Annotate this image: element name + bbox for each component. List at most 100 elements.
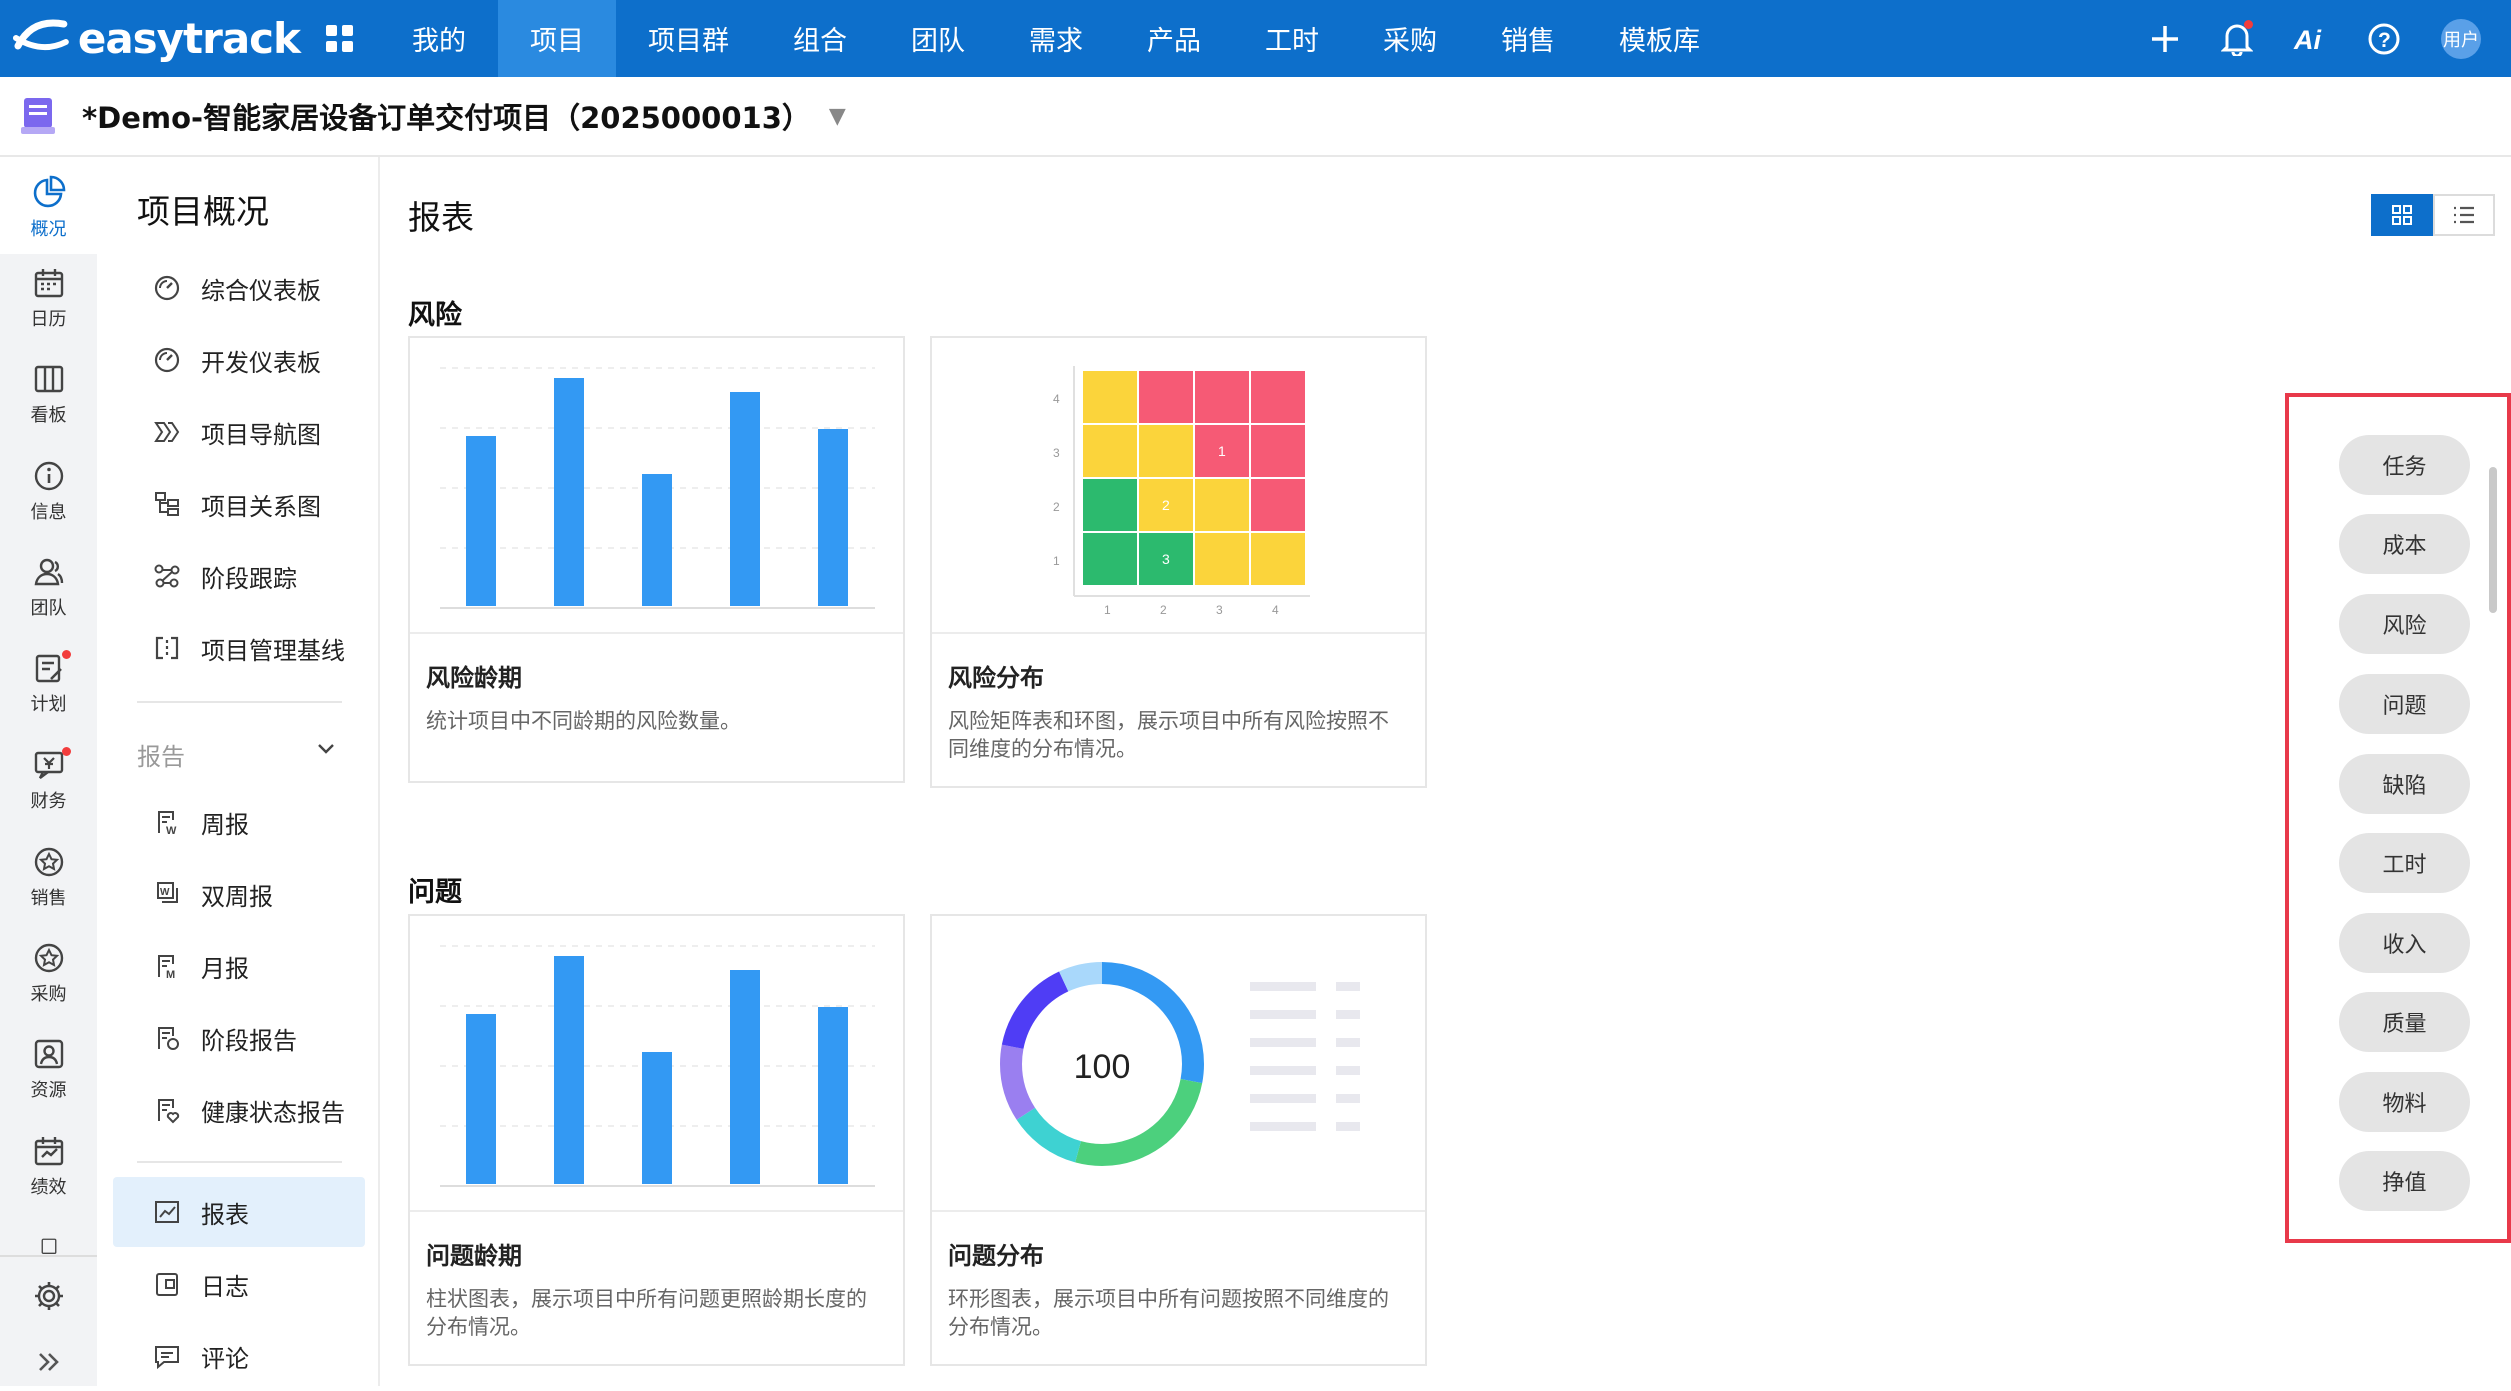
sidebar-item-label: 健康状态报告 (201, 1098, 345, 1127)
list-view-button[interactable] (2433, 194, 2495, 236)
rail-resources[interactable]: 资源 (0, 1038, 97, 1102)
user-avatar[interactable]: 用户 (2441, 18, 2481, 59)
rail-settings[interactable] (0, 1279, 97, 1313)
section-title-issue: 问题 (408, 877, 462, 908)
report-group-toggle[interactable]: 报告 (137, 737, 337, 772)
rail-team[interactable]: 团队 (0, 556, 97, 620)
sidebar-item-label: 项目导航图 (201, 420, 321, 449)
sidebar-item-label: 周报 (201, 810, 249, 839)
scrollbar-thumb[interactable] (2489, 467, 2497, 613)
page-title: 报表 (408, 198, 474, 237)
chart-report-icon (153, 1198, 181, 1226)
nav-programs[interactable]: 项目群 (616, 0, 761, 77)
sidebar-item-baseline[interactable]: 项目管理基线 (113, 613, 365, 683)
baseline-icon (153, 634, 181, 662)
filter-defect[interactable]: 缺陷 (2339, 754, 2470, 814)
rail-plan[interactable]: 计划 (0, 650, 97, 716)
filter-quality[interactable]: 质量 (2339, 992, 2470, 1052)
health-report-icon (153, 1096, 181, 1124)
sidebar-item-biweekly-report[interactable]: W 双周报 (113, 859, 365, 929)
apps-grid-icon[interactable] (300, 24, 380, 54)
topbar-actions: Ai ? 用户 (2149, 0, 2481, 77)
nav-procurement[interactable]: 采购 (1351, 0, 1469, 77)
rail-label: 绩效 (30, 1177, 67, 1198)
sidebar-item-dev-dashboard[interactable]: 开发仪表板 (113, 325, 365, 395)
report-card-risk-age[interactable]: 风险龄期 统计项目中不同龄期的风险数量。 (408, 336, 905, 783)
monthly-report-icon: M (153, 952, 181, 980)
rail-sales[interactable]: 销售 (0, 846, 97, 910)
grid-view-button[interactable] (2371, 194, 2433, 236)
matrix-y-label-4: 4 (1053, 392, 1060, 406)
filter-earned-value[interactable]: 挣值 (2339, 1151, 2470, 1211)
rail-label: 信息 (30, 502, 67, 523)
view-mode-toggle (2371, 194, 2495, 236)
svg-text:W: W (166, 825, 177, 836)
brand-logo[interactable]: easytrack (0, 0, 301, 77)
help-icon[interactable]: ? (2367, 22, 2401, 56)
sidebar-item-weekly-report[interactable]: W 周报 (113, 787, 365, 857)
add-icon[interactable] (2149, 23, 2181, 55)
weekly-report-icon: W (153, 808, 181, 836)
sidebar-item-phase-tracking[interactable]: 阶段跟踪 (113, 541, 365, 611)
grid-icon (2392, 205, 2412, 225)
rail-more-item[interactable] (0, 1237, 97, 1255)
report-card-issue-distribution[interactable]: 100 问题分布 环形图表，展示项目中所有问题按照不同维度的分布情况。 (930, 914, 1427, 1366)
report-card-issue-age[interactable]: 问题龄期 柱状图表，展示项目中所有问题更照龄期长度的分布情况。 (408, 914, 905, 1366)
report-card-risk-distribution[interactable]: 4 3 2 1 1 2 3 4 1 2 3 风险分布 风险矩阵表和环图，展示项目… (930, 336, 1427, 788)
ai-icon[interactable]: Ai (2293, 24, 2327, 54)
rail-overview[interactable]: 概况 (0, 157, 97, 254)
filter-task[interactable]: 任务 (2339, 435, 2470, 495)
card-title: 风险龄期 (426, 664, 522, 692)
nav-templates[interactable]: 模板库 (1587, 0, 1732, 77)
nav-products[interactable]: 产品 (1115, 0, 1233, 77)
rail-performance[interactable]: 绩效 (0, 1135, 97, 1199)
sidebar-divider (137, 1161, 342, 1163)
overview-sidebar: 项目概况 综合仪表板 开发仪表板 项目导航图 项目关系图 阶段跟踪 项目管理基线… (97, 157, 380, 1386)
project-header: *Demo-智能家居设备订单交付项目（2025000013） ▼ (0, 77, 2511, 157)
nav-portfolio[interactable]: 组合 (761, 0, 879, 77)
sidebar-item-navigation-map[interactable]: 项目导航图 (113, 397, 365, 467)
sidebar-item-log[interactable]: 日志 (113, 1249, 365, 1319)
module-rail: 概况 日历 看板 信息 团队 计划 财务 销售 采购 资源 绩效 (0, 157, 97, 1386)
filter-risk[interactable]: 风险 (2339, 594, 2470, 654)
sidebar-title: 项目概况 (137, 192, 269, 231)
rail-finance[interactable]: 财务 (0, 747, 97, 813)
donut-chart-thumbnail: 100 (932, 916, 1425, 1212)
sidebar-item-dashboard[interactable]: 综合仪表板 (113, 253, 365, 323)
sidebar-item-relationship-map[interactable]: 项目关系图 (113, 469, 365, 539)
filter-cost[interactable]: 成本 (2339, 514, 2470, 574)
section-title-risk: 风险 (408, 300, 462, 331)
rail-calendar[interactable]: 日历 (0, 267, 97, 331)
sidebar-item-monthly-report[interactable]: M 月报 (113, 931, 365, 1001)
svg-text:?: ? (2378, 29, 2391, 52)
rail-kanban[interactable]: 看板 (0, 363, 97, 427)
sidebar-item-label: 日志 (201, 1272, 249, 1301)
sidebar-item-label: 阶段报告 (201, 1026, 297, 1055)
sidebar-item-reports[interactable]: 报表 (113, 1177, 365, 1247)
svg-text:M: M (166, 969, 175, 980)
nav-team[interactable]: 团队 (879, 0, 997, 77)
log-icon (153, 1270, 181, 1298)
risk-matrix-thumbnail: 4 3 2 1 1 2 3 4 1 2 3 (932, 338, 1425, 634)
sidebar-item-phase-report[interactable]: 阶段报告 (113, 1003, 365, 1073)
rail-label: 财务 (30, 791, 67, 812)
nav-timesheet[interactable]: 工时 (1233, 0, 1351, 77)
project-switch-dropdown-icon[interactable]: ▼ (829, 104, 846, 129)
top-navigation-bar: easytrack 我的 项目 项目群 组合 团队 需求 产品 工时 采购 销售… (0, 0, 2511, 77)
sidebar-item-health-report[interactable]: 健康状态报告 (113, 1075, 365, 1145)
rail-label: 销售 (30, 888, 67, 909)
rail-info[interactable]: 信息 (0, 460, 97, 524)
rail-procurement[interactable]: 采购 (0, 942, 97, 1006)
nav-projects[interactable]: 项目 (498, 0, 616, 77)
nav-mine[interactable]: 我的 (380, 0, 498, 77)
filter-issue[interactable]: 问题 (2339, 674, 2470, 734)
sidebar-item-comments[interactable]: 评论 (113, 1321, 365, 1391)
filter-income[interactable]: 收入 (2339, 913, 2470, 973)
filter-materials[interactable]: 物料 (2339, 1072, 2470, 1132)
filter-timesheet[interactable]: 工时 (2339, 833, 2470, 893)
rail-expand[interactable] (0, 1347, 97, 1377)
notifications[interactable] (2221, 19, 2253, 56)
nav-sales[interactable]: 销售 (1469, 0, 1587, 77)
project-icon (21, 98, 55, 134)
nav-requirements[interactable]: 需求 (997, 0, 1115, 77)
